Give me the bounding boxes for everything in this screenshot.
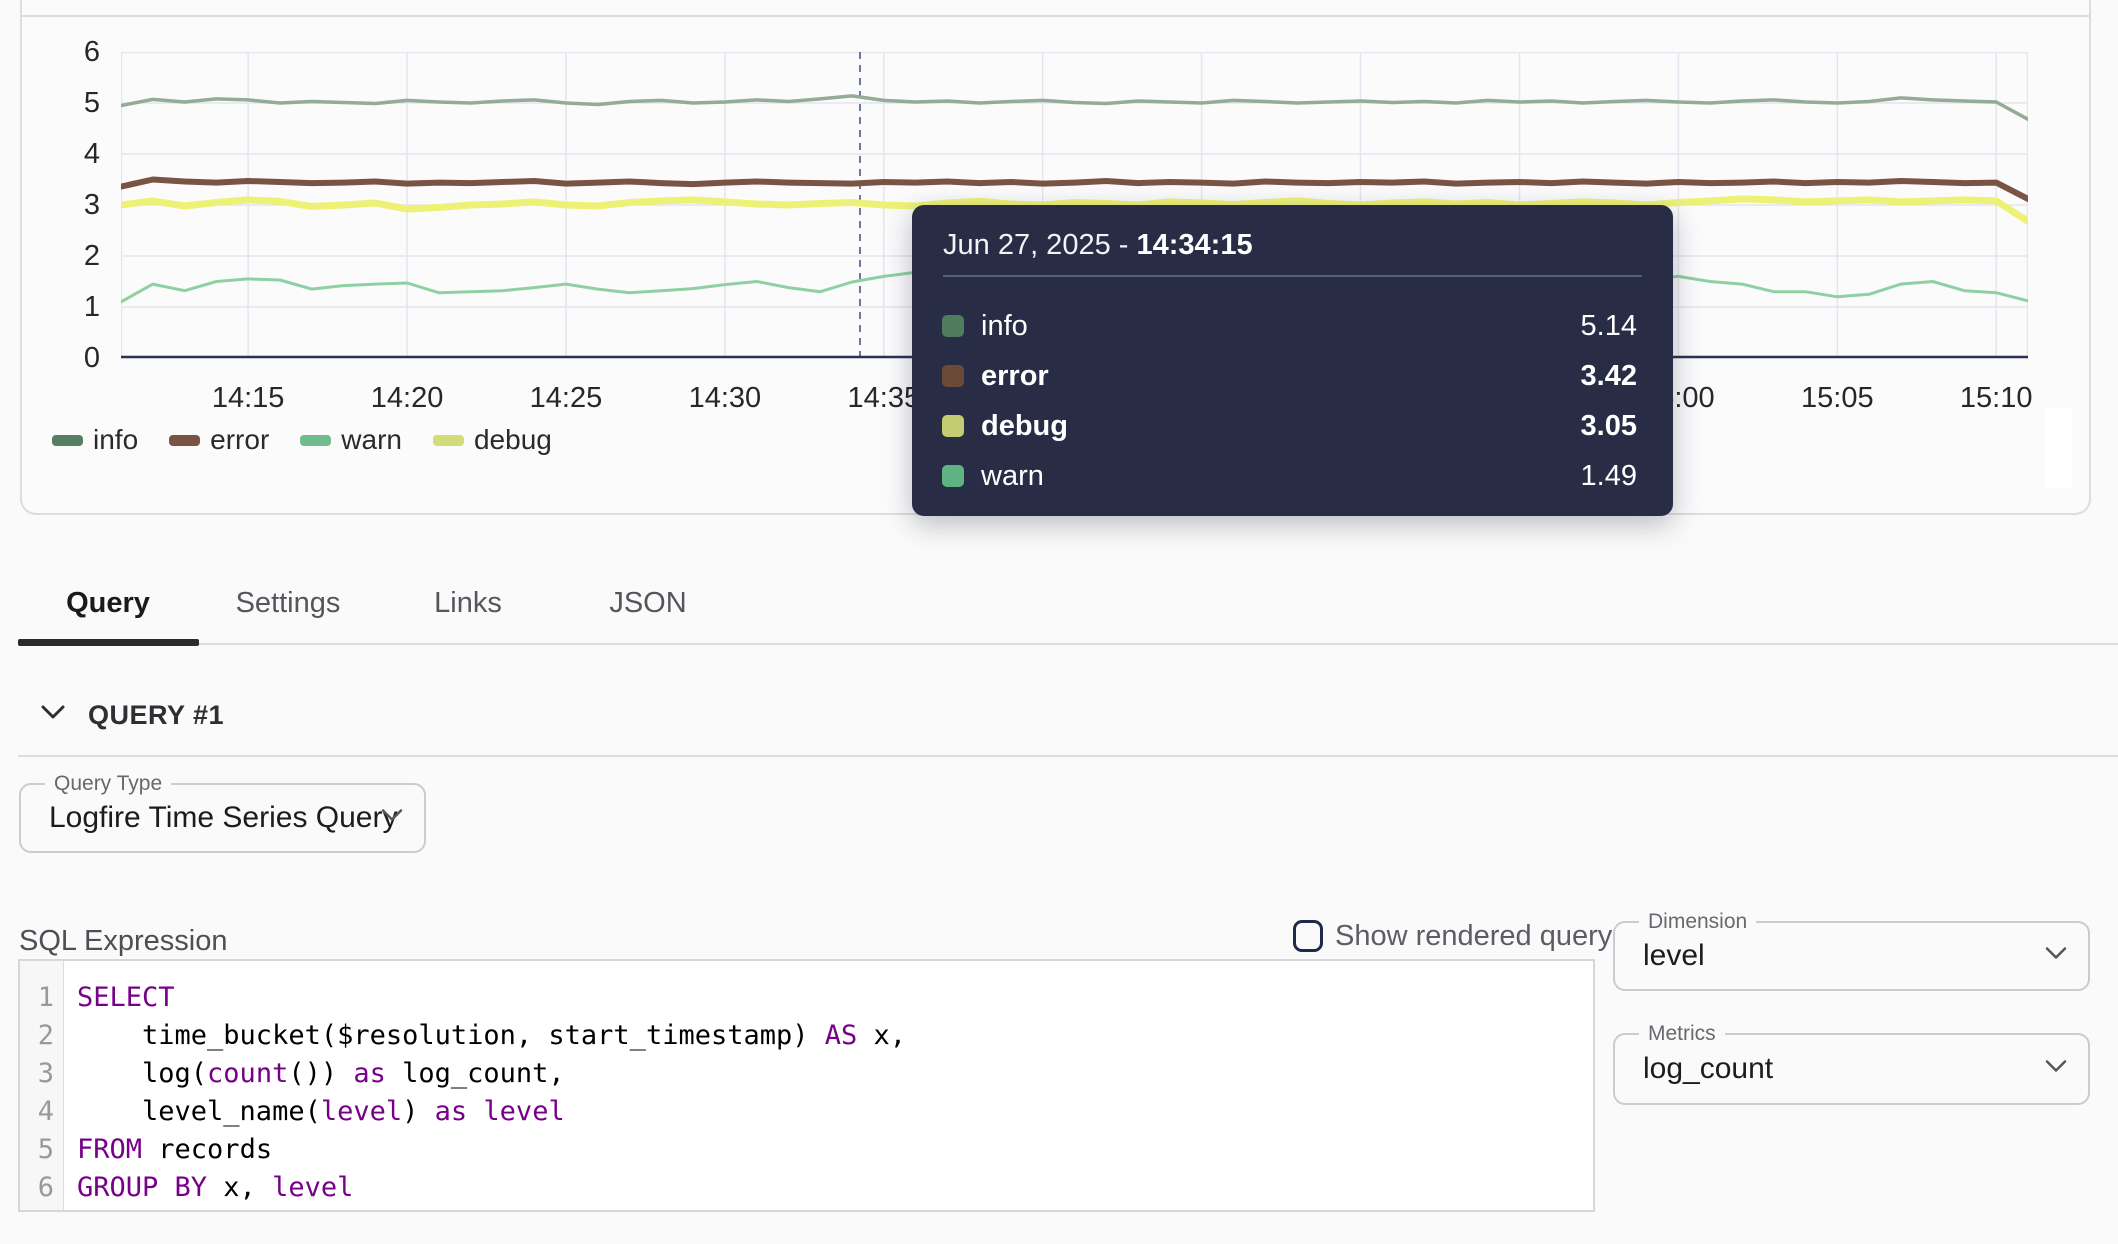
tooltip-series-value: 5.14: [1581, 310, 1637, 343]
tooltip-series-swatch: [942, 315, 964, 337]
tooltip-series-swatch: [942, 365, 964, 387]
legend-swatch: [169, 435, 200, 446]
legend-label: warn: [341, 424, 402, 456]
query-type-select[interactable]: Query Type Logfire Time Series Query: [19, 783, 426, 853]
show-rendered-query-checkbox[interactable]: [1293, 920, 1323, 952]
x-tick-label: 14:30: [660, 382, 790, 414]
dimension-label: Dimension: [1639, 910, 1756, 934]
scrollbar-thumb[interactable]: [2045, 408, 2072, 488]
tooltip-series-value: 3.05: [1581, 410, 1637, 443]
dimension-value: level: [1643, 939, 1705, 973]
y-tick-label: 5: [30, 87, 100, 119]
y-tick-label: 6: [30, 36, 100, 68]
active-tab-underline: [18, 639, 199, 646]
tab-bar: QuerySettingsLinksJSON: [18, 570, 738, 636]
y-tick-label: 4: [30, 138, 100, 170]
line-number: 5: [20, 1131, 54, 1169]
tooltip-row-info: info 5.14: [942, 301, 1637, 351]
x-tick-label: 14:15: [183, 382, 313, 414]
tooltip-series-label: warn: [981, 460, 1044, 493]
legend-label: error: [210, 424, 269, 456]
y-tick-label: 2: [30, 240, 100, 272]
line-number: 6: [20, 1169, 54, 1207]
line-number: 1: [20, 979, 54, 1017]
metrics-label: Metrics: [1639, 1022, 1725, 1046]
metrics-select[interactable]: Metrics log_count: [1613, 1033, 2090, 1105]
query-type-value: Logfire Time Series Query: [49, 801, 397, 835]
x-tick-label: 15:10: [1931, 382, 2061, 414]
tooltip-series-value: 1.49: [1581, 460, 1637, 493]
legend-swatch: [300, 435, 331, 446]
tab-links[interactable]: Links: [378, 570, 558, 636]
code-line: GROUP BY x, level: [77, 1169, 906, 1207]
tab-json[interactable]: JSON: [558, 570, 738, 636]
dimension-select[interactable]: Dimension level: [1613, 921, 2090, 991]
sql-expression-label: SQL Expression: [19, 925, 227, 958]
code-line: log(count()) as log_count,: [77, 1055, 906, 1093]
chart-legend: info error warn debug: [52, 424, 552, 456]
code-line: time_bucket($resolution, start_timestamp…: [77, 1017, 906, 1055]
query-section-title: QUERY #1: [88, 700, 224, 731]
tooltip-date: Jun 27, 2025 -: [943, 229, 1136, 261]
collapse-chevron-down-icon[interactable]: [40, 702, 66, 727]
x-tick-label: 14:25: [501, 382, 631, 414]
tooltip-series-label: debug: [981, 410, 1068, 443]
legend-item-error[interactable]: error: [169, 424, 269, 456]
query-type-label: Query Type: [45, 772, 171, 796]
tooltip-row-warn: warn 1.49: [942, 451, 1637, 501]
tab-settings[interactable]: Settings: [198, 570, 378, 636]
tooltip-series-label: error: [981, 360, 1049, 393]
tooltip-series-swatch: [942, 465, 964, 487]
code-line: level_name(level) as level: [77, 1093, 906, 1131]
show-rendered-query-toggle[interactable]: Show rendered query: [1293, 920, 1612, 952]
legend-item-debug[interactable]: debug: [433, 424, 552, 456]
code-line: SELECT: [77, 979, 906, 1017]
tab-baseline: [18, 643, 2118, 645]
y-tick-label: 3: [30, 189, 100, 221]
tooltip-series-label: info: [981, 310, 1028, 343]
tooltip-divider: [943, 275, 1642, 277]
chevron-down-icon: [2044, 946, 2068, 967]
tooltip-rows: info 5.14 error 3.42 debug 3.05 warn 1.49: [942, 301, 1637, 501]
sql-code[interactable]: SELECT time_bucket($resolution, start_ti…: [64, 961, 906, 1210]
tooltip-series-value: 3.42: [1581, 360, 1637, 393]
tooltip-timestamp: Jun 27, 2025 - 14:34:15: [943, 229, 1253, 262]
line-number-gutter: 123456: [20, 961, 64, 1210]
x-tick-label: 15:05: [1772, 382, 1902, 414]
legend-label: debug: [474, 424, 552, 456]
legend-item-info[interactable]: info: [52, 424, 138, 456]
metrics-value: log_count: [1643, 1052, 1773, 1086]
tooltip-time: 14:34:15: [1136, 229, 1252, 261]
line-number: 2: [20, 1017, 54, 1055]
chevron-down-icon: [380, 808, 404, 829]
legend-swatch: [433, 435, 464, 446]
x-tick-label: 14:20: [342, 382, 472, 414]
tooltip-series-swatch: [942, 415, 964, 437]
tooltip-row-debug: debug 3.05: [942, 401, 1637, 451]
y-tick-label: 1: [30, 291, 100, 323]
sql-code-editor[interactable]: 123456 SELECT time_bucket($resolution, s…: [18, 959, 1595, 1212]
line-number: 3: [20, 1055, 54, 1093]
tooltip-row-error: error 3.42: [942, 351, 1637, 401]
chevron-down-icon: [2044, 1059, 2068, 1080]
legend-swatch: [52, 435, 83, 446]
panel-top-divider: [20, 15, 2091, 17]
show-rendered-query-label: Show rendered query: [1335, 920, 1612, 952]
tab-query[interactable]: Query: [18, 570, 198, 636]
y-tick-label: 0: [30, 342, 100, 374]
chart-tooltip: Jun 27, 2025 - 14:34:15 info 5.14 error 3.4…: [912, 205, 1673, 516]
code-line: FROM records: [77, 1131, 906, 1169]
query-section-divider: [18, 755, 2118, 757]
line-number: 4: [20, 1093, 54, 1131]
legend-item-warn[interactable]: warn: [300, 424, 402, 456]
legend-label: info: [93, 424, 138, 456]
